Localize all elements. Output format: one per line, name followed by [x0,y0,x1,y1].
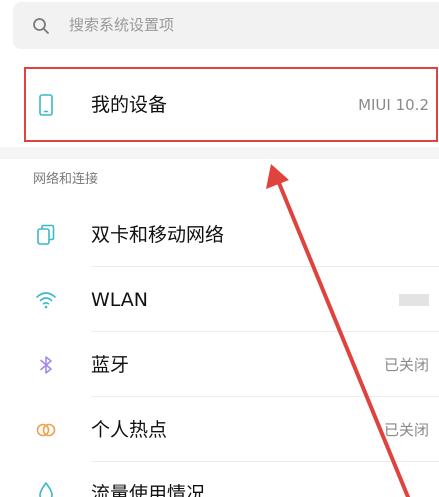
search-icon [33,18,49,34]
hotspot-icon [36,423,56,437]
settings-item-hotspot[interactable]: 个人热点 已关闭 [0,397,439,462]
bluetooth-status: 已关闭 [383,356,429,374]
sim-card-icon [37,224,55,245]
settings-item-label: 双卡和移动网络 [91,224,225,246]
annotation-highlight-box [24,67,438,142]
settings-item-label: 蓝牙 [91,354,130,376]
wifi-icon [36,292,56,309]
section-gap [0,147,439,159]
settings-item-label: WLAN [91,289,149,311]
hotspot-status: 已关闭 [383,421,429,439]
settings-item-label: 流量使用情况 [91,483,206,497]
data-usage-icon [39,482,53,497]
settings-item-bluetooth[interactable]: 蓝牙 已关闭 [0,332,439,397]
section-title-network: 网络和连接 [33,172,99,187]
search-bar[interactable]: 搜索系统设置项 [13,2,439,49]
settings-item-dual-sim[interactable]: 双卡和移动网络 [0,202,439,267]
settings-item-data-usage[interactable]: 流量使用情况 [0,462,439,497]
wlan-network-name-blurred [399,294,429,306]
search-placeholder: 搜索系统设置项 [69,16,175,34]
bluetooth-icon [40,356,52,374]
settings-item-label: 个人热点 [91,419,168,441]
settings-item-wlan[interactable]: WLAN [0,267,439,332]
